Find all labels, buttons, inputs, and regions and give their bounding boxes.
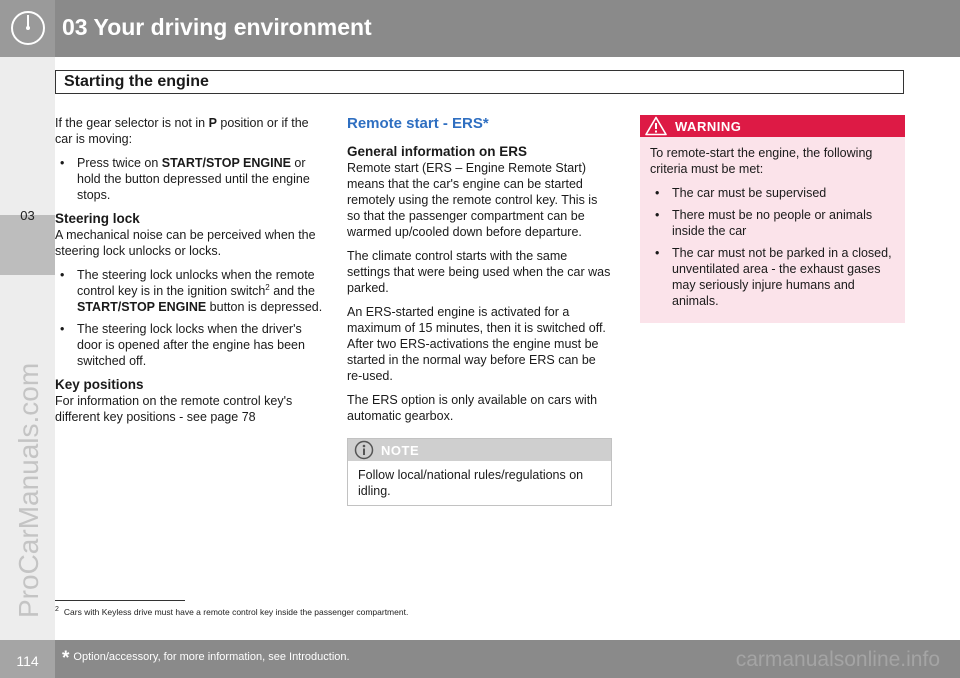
general-info-paragraph: Remote start (ERS – Engine Remote Start)… xyxy=(347,161,598,239)
warning-intro: To remote-start the engine, the followin… xyxy=(650,146,873,176)
list-item: The car must not be parked in a closed, … xyxy=(650,245,895,309)
list-item: There must be no people or animals insid… xyxy=(650,207,895,239)
footer-note-text: Option/accessory, for more information, … xyxy=(73,651,350,663)
side-watermark: ProCarManuals.com xyxy=(13,362,44,618)
note-label: NOTE xyxy=(381,443,420,458)
warning-box: WARNING To remote-start the engine, the … xyxy=(640,115,905,323)
list-item: The car must be supervised xyxy=(650,185,895,201)
footnote: 2 Cars with Keyless drive must have a rem… xyxy=(55,606,409,617)
warning-triangle-icon xyxy=(645,116,667,136)
intro-list: Press twice on START/STOP ENGINE or hold… xyxy=(55,155,323,203)
note-box: NOTE Follow local/national rules/regulat… xyxy=(347,438,612,506)
option-star-icon: * xyxy=(62,648,70,669)
footnote-text: Cars with Keyless drive must have a remo… xyxy=(63,607,409,617)
footnote-number: 2 xyxy=(55,606,59,614)
climate-paragraph: The climate control starts with the same… xyxy=(347,249,611,295)
section-title-bar: Starting the engine xyxy=(55,70,904,94)
note-header: NOTE xyxy=(348,439,611,461)
list-item: The steering lock locks when the driver'… xyxy=(55,321,323,369)
chapter-icon-box xyxy=(0,0,55,57)
info-icon xyxy=(354,440,374,460)
steering-lock-heading: Steering lock xyxy=(55,211,140,226)
chapter-title: 03 Your driving environment xyxy=(62,14,372,40)
key-positions-paragraph: For information on the remote control ke… xyxy=(55,394,293,424)
footer-watermark: carmanualsonline.info xyxy=(735,648,940,671)
steering-lock-paragraph: A mechanical noise can be perceived when… xyxy=(55,228,316,258)
footer-note: * Option/accessory, for more information,… xyxy=(62,648,350,670)
warning-label: WARNING xyxy=(675,119,742,134)
list-item: The steering lock unlocks when the remot… xyxy=(55,267,323,315)
general-info-heading: General information on ERS xyxy=(347,144,528,159)
note-text: Follow local/national rules/regulations … xyxy=(358,468,584,498)
list-item: Press twice on START/STOP ENGINE or hold… xyxy=(55,155,323,203)
column-2: Remote start - ERS* General information … xyxy=(347,115,612,506)
key-positions-heading: Key positions xyxy=(55,377,144,392)
footnote-divider xyxy=(55,600,185,601)
column-3: WARNING To remote-start the engine, the … xyxy=(640,115,905,323)
page-number: 114 xyxy=(16,653,39,669)
column-1: If the gear selector is not in P positio… xyxy=(55,115,323,433)
gearbox-paragraph: The ERS option is only available on cars… xyxy=(347,393,598,423)
remote-start-title: Remote start - ERS* xyxy=(347,115,489,132)
activation-paragraph: An ERS-started engine is activated for a… xyxy=(347,305,606,383)
speedometer-gauge-icon xyxy=(11,11,45,45)
warning-list: The car must be supervised There must be… xyxy=(650,185,895,309)
steering-lock-list: The steering lock unlocks when the remot… xyxy=(55,267,323,369)
warning-header: WARNING xyxy=(640,115,905,137)
warning-body: To remote-start the engine, the followin… xyxy=(640,137,905,309)
section-title: Starting the engine xyxy=(64,73,209,90)
intro-paragraph: If the gear selector is not in P positio… xyxy=(55,116,309,146)
